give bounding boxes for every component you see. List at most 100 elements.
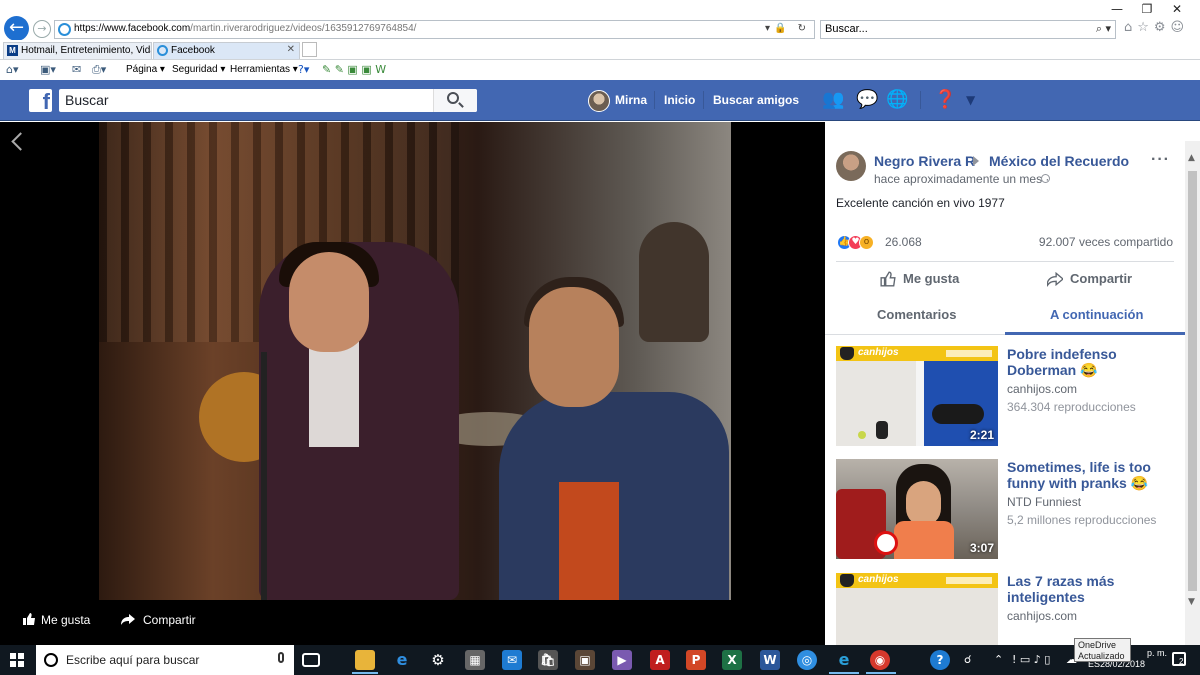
suggested-video[interactable]: canhijos 2:21 Pobre indefenso Doberman 😂… [836,346,1174,446]
photos-icon[interactable]: ▣ [575,650,595,670]
address-bar[interactable]: https://www.facebook.com/martin.riveraro… [54,20,815,39]
excel-icon[interactable]: X [722,650,742,670]
share-arrow-icon[interactable] [121,612,135,626]
show-hidden-icons-chevron-icon[interactable]: ⌃ [994,653,1003,666]
people-icon[interactable]: ☌ [964,653,971,666]
url-text: https://www.facebook.com/martin.riveraro… [74,23,417,34]
page-menu[interactable]: Página ▾ [126,64,165,75]
browser-toolbar-icons[interactable]: ⌂☆⚙☺ [1124,20,1189,35]
calculator-icon[interactable]: ▦ [465,650,485,670]
video-thumbnail[interactable]: canhijos 2:21 [836,346,998,446]
suggested-video-source[interactable]: NTD Funniest [1007,495,1081,509]
minimize-button[interactable]: — [1102,2,1132,16]
suggested-video-source[interactable]: canhijos.com [1007,382,1077,396]
mail-icon[interactable]: ✉ [72,63,81,76]
action-center-icon[interactable]: 2 [1172,652,1186,666]
previous-chevron-icon[interactable] [10,132,24,152]
feeds-icon[interactable]: ▣▾ [40,63,56,76]
author-link[interactable]: Negro Rivera R [874,153,975,169]
scroll-down-icon[interactable]: ▼ [1188,597,1195,607]
tray-icons[interactable]: ! ▭ ♪ ▯ [1012,653,1050,666]
edge-icon[interactable]: e [392,650,412,670]
close-window-button[interactable]: ✕ [1162,2,1192,16]
internet-explorer-icon[interactable]: e [834,650,854,670]
mail-icon[interactable]: ✉ [502,650,522,670]
screen: ← → https://www.facebook.com/martin.rive… [0,0,1200,675]
back-button[interactable]: ← [4,16,29,41]
share-count[interactable]: 92.007 veces compartido [1039,235,1173,249]
task-view-icon[interactable] [302,653,320,667]
notifications-globe-icon[interactable]: 🌐 [886,89,908,110]
video-like-button[interactable]: Me gusta [41,613,90,627]
help-icon[interactable]: ❓ [934,89,956,110]
video-player[interactable] [0,122,825,645]
help-icon[interactable]: ?▾ [298,63,309,76]
word-icon[interactable]: W [760,650,780,670]
find-friends-link[interactable]: Buscar amigos [713,93,799,107]
facebook-logo-icon[interactable]: f [29,89,52,114]
running-indicator [352,672,378,674]
messenger-icon[interactable]: 💬 [856,89,878,110]
suggested-video-title[interactable]: Pobre indefenso Doberman 😂 [1007,346,1175,378]
running-indicator [829,672,859,674]
suggested-video[interactable]: canhijos Las 7 razas más inteligentes ca… [836,573,1174,645]
settings-gear-icon[interactable]: ⚙ [428,650,448,670]
profile-link[interactable]: Mirna [615,93,647,107]
tab-comments[interactable]: Comentarios [877,307,956,322]
lock-refresh-icons[interactable]: ▾🔒 ↻ [765,23,810,34]
chrome-icon[interactable]: ◉ [870,650,890,670]
windows-start-icon[interactable] [10,653,24,667]
print-icon[interactable]: ⎙▾ [92,63,106,77]
tools-menu[interactable]: Herramientas ▾ [230,64,298,75]
store-icon[interactable]: 🛍 [538,650,558,670]
microphone-icon[interactable] [278,652,284,663]
panel-scrollbar[interactable]: ▲ ▼ [1185,141,1200,645]
tab-up-next[interactable]: A continuación [1050,307,1143,322]
addon-icons[interactable]: ✎ ✎ ▣ ▣ W [322,63,386,76]
suggested-video-title[interactable]: Las 7 razas más inteligentes [1007,573,1175,605]
scrollbar-thumb[interactable] [1188,171,1197,591]
home-link[interactable]: Inicio [664,93,695,107]
browser-search-box[interactable]: Buscar... ⌕ ▾ [820,20,1116,39]
powerpoint-icon[interactable]: P [686,650,706,670]
facebook-search-button[interactable] [433,89,477,112]
video-thumbnail[interactable]: canhijos [836,573,998,645]
new-tab-button[interactable] [302,42,317,57]
video-share-button[interactable]: Compartir [143,613,196,627]
pdf-reader-icon[interactable]: A [650,650,670,670]
tooltip-title: OneDrive [1078,640,1117,650]
tab-facebook[interactable]: Facebook ✕ [153,42,300,59]
post-share-button[interactable]: Compartir [1070,271,1132,286]
user-avatar[interactable] [588,90,610,112]
help-icon[interactable]: ? [930,650,950,670]
account-menu-chevron-icon[interactable]: ▼ [966,93,975,107]
video-thumbnail[interactable]: 3:07 [836,459,998,559]
home-icon[interactable]: ⌂▾ [6,63,19,76]
group-link[interactable]: México del Recuerdo [989,153,1129,169]
suggested-video[interactable]: 3:07 Sometimes, life is too funny with p… [836,459,1174,559]
app-icon[interactable]: ◎ [797,650,817,670]
more-options-icon[interactable]: ··· [1151,151,1170,169]
tab-hotmail[interactable]: M Hotmail, Entretenimiento, Vida... [3,42,152,59]
close-tab-icon[interactable]: ✕ [287,44,295,55]
post-timestamp[interactable]: hace aproximadamente un mes · [874,172,1049,186]
forward-button[interactable]: → [33,20,51,38]
suggested-video-source[interactable]: canhijos.com [1007,609,1077,623]
scroll-up-icon[interactable]: ▲ [1188,153,1195,163]
search-icon[interactable]: ⌕ ▾ [1096,22,1111,36]
friend-requests-icon[interactable]: 👥 [822,89,844,110]
reaction-icons[interactable]: 👍 ♥ o [837,235,883,251]
suggested-video-title[interactable]: Sometimes, life is too funny with pranks… [1007,459,1175,491]
like-thumb-icon[interactable] [22,612,36,626]
post-like-button[interactable]: Me gusta [903,271,959,286]
author-avatar[interactable] [836,151,866,181]
restore-button[interactable]: ❐ [1132,2,1162,16]
media-player-icon[interactable]: ▶ [612,650,632,670]
taskbar-search-box[interactable]: Escribe aquí para buscar [36,645,294,675]
nav-divider [703,91,704,109]
security-menu[interactable]: Seguridad ▾ [172,64,225,75]
facebook-search-input[interactable]: Buscar [59,89,477,112]
file-explorer-icon[interactable] [355,650,375,670]
video-frame[interactable] [99,122,731,600]
reaction-count[interactable]: 26.068 [885,235,922,249]
